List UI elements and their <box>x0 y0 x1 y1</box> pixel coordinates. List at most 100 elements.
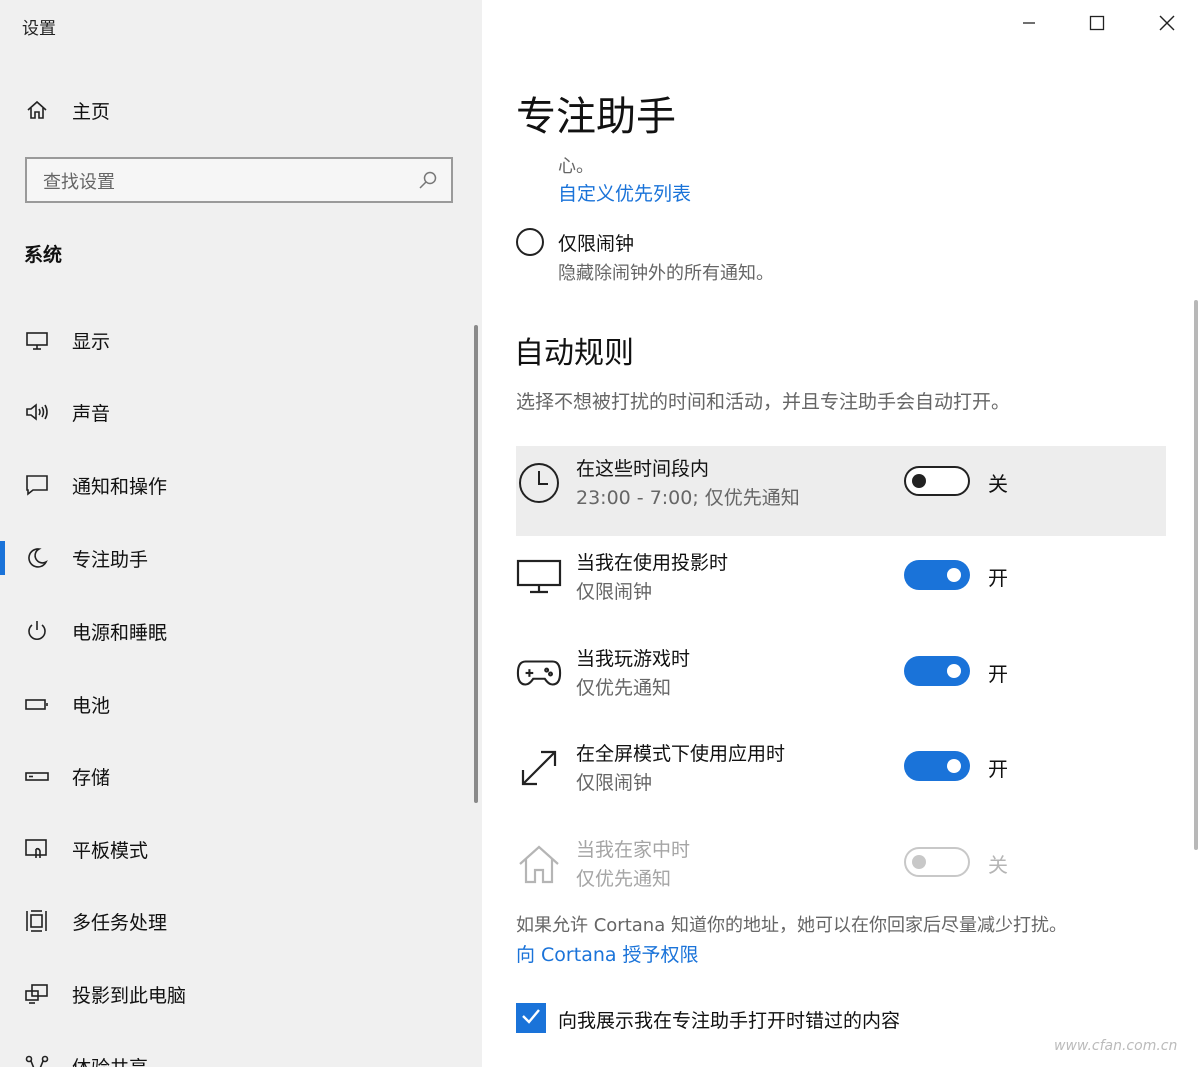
rule-subtitle: 仅限闹钟 <box>576 581 653 603</box>
close-icon <box>1158 14 1176 36</box>
home-icon <box>23 96 51 124</box>
toggle-knob <box>912 474 926 488</box>
clock-icon <box>516 460 562 506</box>
rule-subtitle: 仅限闹钟 <box>576 772 653 794</box>
sidebar-item-label: 平板模式 <box>72 839 149 862</box>
sidebar-item-label: 体验共享 <box>72 1053 148 1067</box>
sidebar-item-storage[interactable]: 存储 <box>0 756 482 796</box>
toggle-state-label: 开 <box>988 566 1008 590</box>
sidebar-item-label: 多任务处理 <box>72 911 168 934</box>
search-box[interactable] <box>25 157 453 203</box>
sidebar-item-power[interactable]: 电源和睡眠 <box>0 611 482 651</box>
maximize-button[interactable] <box>1080 10 1114 40</box>
sidebar: 设置 主页 系统 显示 声音 通知和操作 专注助手 <box>0 0 482 1067</box>
search-icon <box>417 169 439 191</box>
toggle-knob <box>912 855 926 869</box>
sidebar-item-label: 电池 <box>72 694 111 717</box>
fullscreen-icon <box>516 745 562 791</box>
sidebar-item-home[interactable]: 主页 <box>0 90 482 130</box>
sidebar-item-label: 通知和操作 <box>72 475 168 498</box>
rule-subtitle: 仅优先通知 <box>576 868 672 890</box>
sidebar-item-label: 存储 <box>72 766 111 789</box>
rule-toggle[interactable] <box>904 466 970 496</box>
rule-title: 在全屏模式下使用应用时 <box>576 743 786 765</box>
cortana-note: 如果允许 Cortana 知道你的地址，她可以在你回家后尽量减少打扰。 <box>516 915 1067 936</box>
close-button[interactable] <box>1150 10 1184 40</box>
sidebar-item-focus-assist[interactable]: 专注助手 <box>0 538 482 578</box>
storage-icon <box>23 762 51 790</box>
rule-toggle <box>904 847 970 877</box>
toggle-knob <box>947 664 961 678</box>
show-missed-label: 向我展示我在专注助手打开时错过的内容 <box>558 1010 901 1032</box>
auto-rules-heading: 自动规则 <box>514 336 634 371</box>
customize-priority-link[interactable]: 自定义优先列表 <box>558 179 691 206</box>
sidebar-item-sound[interactable]: 声音 <box>0 392 482 432</box>
rule-title: 当我玩游戏时 <box>576 648 691 670</box>
tablet-icon <box>23 835 51 863</box>
section-heading: 系统 <box>24 244 63 266</box>
toggle-state-label: 开 <box>988 662 1008 686</box>
speaker-icon <box>23 398 51 426</box>
rule-toggle[interactable] <box>904 560 970 590</box>
monitor-icon <box>23 326 51 354</box>
rule-gaming[interactable]: 当我玩游戏时 仅优先通知 开 <box>516 636 1166 726</box>
alarm-only-radio[interactable] <box>516 228 544 256</box>
option-desc-tail: 心。 <box>558 156 594 177</box>
rule-toggle[interactable] <box>904 751 970 781</box>
toggle-knob <box>947 568 961 582</box>
page-title: 专注助手 <box>516 94 676 140</box>
minimize-icon <box>1021 15 1037 35</box>
rule-projecting[interactable]: 当我在使用投影时 仅限闹钟 开 <box>516 540 1166 630</box>
rule-subtitle: 仅优先通知 <box>576 677 672 699</box>
sidebar-item-label: 投影到此电脑 <box>72 984 187 1007</box>
cortana-permission-link[interactable]: 向 Cortana 授予权限 <box>516 940 699 967</box>
sidebar-item-label: 电源和睡眠 <box>72 621 168 644</box>
search-input[interactable] <box>41 167 405 197</box>
rule-at-home: 当我在家中时 仅优先通知 关 <box>516 827 1166 917</box>
rule-fullscreen[interactable]: 在全屏模式下使用应用时 仅限闹钟 开 <box>516 731 1166 821</box>
toggle-state-label: 关 <box>988 853 1008 877</box>
checkmark-icon <box>520 1005 542 1031</box>
content-scrollbar[interactable] <box>1194 300 1198 850</box>
sidebar-item-label: 显示 <box>72 330 111 353</box>
sidebar-item-multitasking[interactable]: 多任务处理 <box>0 901 482 941</box>
toggle-knob <box>947 759 961 773</box>
content-pane: 专注助手 心。 自定义优先列表 仅限闹钟 隐藏除闹钟外的所有通知。 自动规则 选… <box>482 0 1200 1067</box>
sidebar-item-label: 专注助手 <box>72 548 149 571</box>
window-title: 设置 <box>22 19 56 39</box>
toggle-state-label: 关 <box>988 472 1008 496</box>
toggle-state-label: 开 <box>988 757 1008 781</box>
sidebar-item-project[interactable]: 投影到此电脑 <box>0 974 482 1014</box>
message-icon <box>23 471 51 499</box>
rule-toggle[interactable] <box>904 656 970 686</box>
share-icon <box>23 1052 51 1067</box>
power-icon <box>23 617 51 645</box>
rule-subtitle: 23:00 - 7:00; 仅优先通知 <box>576 487 800 509</box>
alarm-only-desc: 隐藏除闹钟外的所有通知。 <box>558 263 774 284</box>
show-missed-checkbox[interactable] <box>516 1003 546 1033</box>
sidebar-item-shared-experience[interactable]: 体验共享 <box>0 1046 482 1067</box>
project-icon <box>23 980 51 1008</box>
rule-title: 当我在使用投影时 <box>576 552 729 574</box>
maximize-icon <box>1089 15 1105 35</box>
house-icon <box>516 841 562 887</box>
rule-title: 当我在家中时 <box>576 839 691 861</box>
sidebar-item-tablet[interactable]: 平板模式 <box>0 829 482 869</box>
rule-title: 在这些时间段内 <box>576 458 710 480</box>
sidebar-item-battery[interactable]: 电池 <box>0 684 482 724</box>
gamepad-icon <box>516 650 562 696</box>
alarm-only-label: 仅限闹钟 <box>558 233 635 255</box>
monitor-icon <box>516 554 562 600</box>
sidebar-item-label: 主页 <box>72 100 111 123</box>
minimize-button[interactable] <box>1012 10 1046 40</box>
battery-icon <box>23 690 51 718</box>
sidebar-item-label: 声音 <box>72 402 111 425</box>
multitask-icon <box>23 907 51 935</box>
sidebar-item-notifications[interactable]: 通知和操作 <box>0 465 482 505</box>
sidebar-scrollbar[interactable] <box>474 325 478 803</box>
auto-rules-desc: 选择不想被打扰的时间和活动，并且专注助手会自动打开。 <box>516 391 1011 413</box>
sidebar-item-display[interactable]: 显示 <box>0 320 482 360</box>
moon-icon <box>23 544 51 572</box>
rule-during-these-times[interactable]: 在这些时间段内 23:00 - 7:00; 仅优先通知 关 <box>516 446 1166 536</box>
watermark: www.cfan.com.cn <box>1054 1038 1178 1054</box>
